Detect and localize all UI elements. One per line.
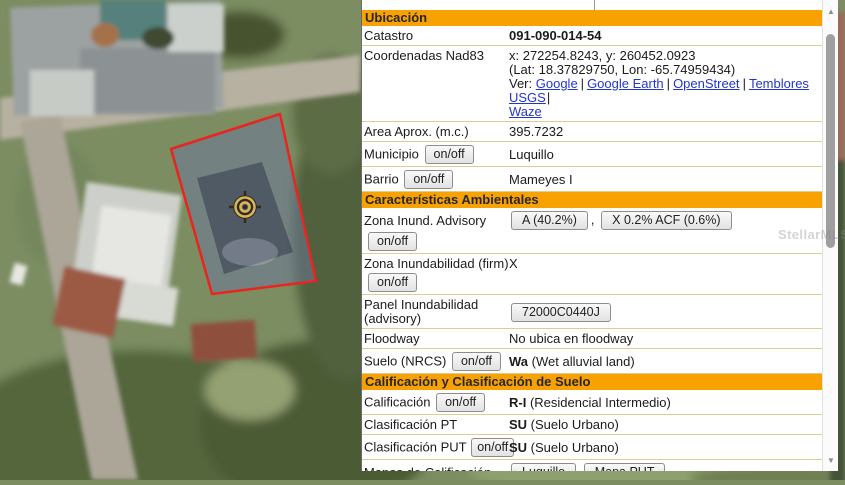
- floodway-label: Floodway: [362, 330, 509, 347]
- clasificacion-pt-label: Clasificación PT: [362, 416, 509, 433]
- mapas-value: Luquillo Mapa PUT: [509, 461, 822, 471]
- area-value: 395.7232: [509, 123, 822, 140]
- section-header-ambientales: Características Ambientales: [362, 192, 822, 208]
- comma-separator: ,: [591, 212, 595, 227]
- property-info-panel: Ubicación Catastro 091-090-014-54 Coorde…: [361, 0, 838, 471]
- row-mapas-calificacion: Mapas de Calificación Luquillo Mapa PUT: [362, 460, 822, 471]
- municipio-label-text: Municipio: [364, 147, 419, 162]
- zona-advisory-label: Zona Inund. Advisory: [362, 212, 509, 229]
- calificacion-value: R-I (Residencial Intermedio): [509, 394, 822, 411]
- catastro-value: 091-090-014-54: [509, 27, 822, 44]
- google-earth-link[interactable]: Google Earth: [587, 76, 664, 91]
- clasificacion-put-label: Clasificación PUT on/off: [362, 436, 509, 458]
- panel-inund-label: Panel Inundabilidad (advisory): [362, 296, 509, 327]
- clasificacion-pt-value: SU (Suelo Urbano): [509, 416, 822, 433]
- link-separator: |: [667, 76, 670, 91]
- barrio-toggle-button[interactable]: on/off: [404, 170, 453, 189]
- zona-advisory-toggle-button[interactable]: on/off: [368, 232, 417, 251]
- scroll-down-icon[interactable]: ▼: [823, 454, 838, 468]
- catastro-label: Catastro: [362, 27, 509, 44]
- row-municipio: Municipio on/off Luquillo: [362, 142, 822, 167]
- table-column-divider: [594, 0, 595, 10]
- scroll-up-icon[interactable]: ▲: [823, 5, 838, 19]
- row-calificacion: Calificación on/off R-I (Residencial Int…: [362, 390, 822, 415]
- row-catastro: Catastro 091-090-014-54: [362, 26, 822, 46]
- coordinates-xy: x: 272254.8243, y: 260452.0923: [509, 49, 822, 63]
- row-barrio: Barrio on/off Mameyes I: [362, 167, 822, 192]
- ver-prefix: Ver:: [509, 76, 532, 91]
- row-coordenadas: Coordenadas Nad83 x: 272254.8243, y: 260…: [362, 46, 822, 122]
- gis-property-viewer: Ubicación Catastro 091-090-014-54 Coorde…: [0, 0, 845, 480]
- property-info-content: Ubicación Catastro 091-090-014-54 Coorde…: [362, 0, 822, 471]
- coordinates-latlon: (Lat: 18.37829750, Lon: -65.74959434): [509, 63, 822, 77]
- row-area: Area Aprox. (m.c.) 395.7232: [362, 122, 822, 142]
- barrio-value: Mameyes I: [509, 171, 822, 188]
- suelo-label: Suelo (NRCS) on/off: [362, 350, 509, 372]
- coordenadas-label: Coordenadas Nad83: [362, 47, 509, 64]
- mapa-luquillo-button[interactable]: Luquillo: [511, 463, 576, 471]
- panel-inund-value: 72000C0440J: [509, 301, 822, 323]
- link-separator: |: [743, 76, 746, 91]
- calificacion-label: Calificación on/off: [362, 391, 509, 413]
- flood-zone-a-button[interactable]: A (40.2%): [511, 211, 588, 230]
- link-separator: |: [547, 90, 550, 105]
- row-floodway: Floodway No ubica en floodway: [362, 329, 822, 349]
- clasificacion-put-toggle-button[interactable]: on/off: [471, 438, 514, 457]
- mapas-label: Mapas de Calificación: [362, 464, 509, 472]
- zona-firm-value: X: [509, 255, 822, 272]
- zona-advisory-value: A (40.2%), X 0.2% ACF (0.6%): [509, 209, 822, 231]
- flood-panel-button[interactable]: 72000C0440J: [511, 303, 611, 322]
- floodway-value: No ubica en floodway: [509, 330, 822, 347]
- area-label: Area Aprox. (m.c.): [362, 123, 509, 140]
- row-zona-inundabilidad-firm: Zona Inundabilidad (firm) X on/off: [362, 254, 822, 295]
- barrio-label-text: Barrio: [364, 172, 399, 187]
- coordenadas-value: x: 272254.8243, y: 260452.0923 (Lat: 18.…: [509, 47, 822, 120]
- suelo-value: Wa (Wet alluvial land): [509, 353, 822, 370]
- link-separator: |: [581, 76, 584, 91]
- municipio-toggle-button[interactable]: on/off: [425, 145, 474, 164]
- calificacion-label-text: Calificación: [364, 395, 430, 410]
- openstreet-link[interactable]: OpenStreet: [673, 76, 740, 91]
- zona-firm-label: Zona Inundabilidad (firm): [362, 255, 509, 272]
- map-links-line: Ver: Google|Google Earth|OpenStreet|Temb…: [509, 77, 822, 119]
- scrollbar-thumb[interactable]: [826, 34, 835, 248]
- zona-firm-toggle-button[interactable]: on/off: [368, 273, 417, 292]
- row-panel-inundabilidad: Panel Inundabilidad (advisory) 72000C044…: [362, 295, 822, 329]
- row-clasificacion-pt: Clasificación PT SU (Suelo Urbano): [362, 415, 822, 435]
- calificacion-toggle-button[interactable]: on/off: [436, 393, 485, 412]
- panel-scrollbar[interactable]: ▲ ▼: [822, 0, 838, 471]
- municipio-label: Municipio on/off: [362, 143, 509, 165]
- clasificacion-put-label-text: Clasificación PUT: [364, 440, 467, 455]
- section-header-ubicacion: Ubicación: [362, 10, 822, 26]
- suelo-toggle-button[interactable]: on/off: [452, 352, 501, 371]
- section-header-calificacion: Calificación y Clasificación de Suelo: [362, 374, 822, 390]
- waze-link[interactable]: Waze: [509, 104, 542, 119]
- row-zona-inund-advisory: Zona Inund. Advisory A (40.2%), X 0.2% A…: [362, 208, 822, 254]
- clasificacion-put-value: SU (Suelo Urbano): [509, 439, 822, 456]
- mapa-put-button[interactable]: Mapa PUT: [584, 463, 666, 471]
- municipio-value: Luquillo: [509, 146, 822, 163]
- google-link[interactable]: Google: [536, 76, 578, 91]
- suelo-label-text: Suelo (NRCS): [364, 354, 446, 369]
- row-clasificacion-put: Clasificación PUT on/off SU (Suelo Urban…: [362, 435, 822, 460]
- scrolled-row-remnant: [362, 0, 822, 10]
- barrio-label: Barrio on/off: [362, 168, 509, 190]
- row-suelo-nrcs: Suelo (NRCS) on/off Wa (Wet alluvial lan…: [362, 349, 822, 374]
- flood-zone-x-button[interactable]: X 0.2% ACF (0.6%): [601, 211, 731, 230]
